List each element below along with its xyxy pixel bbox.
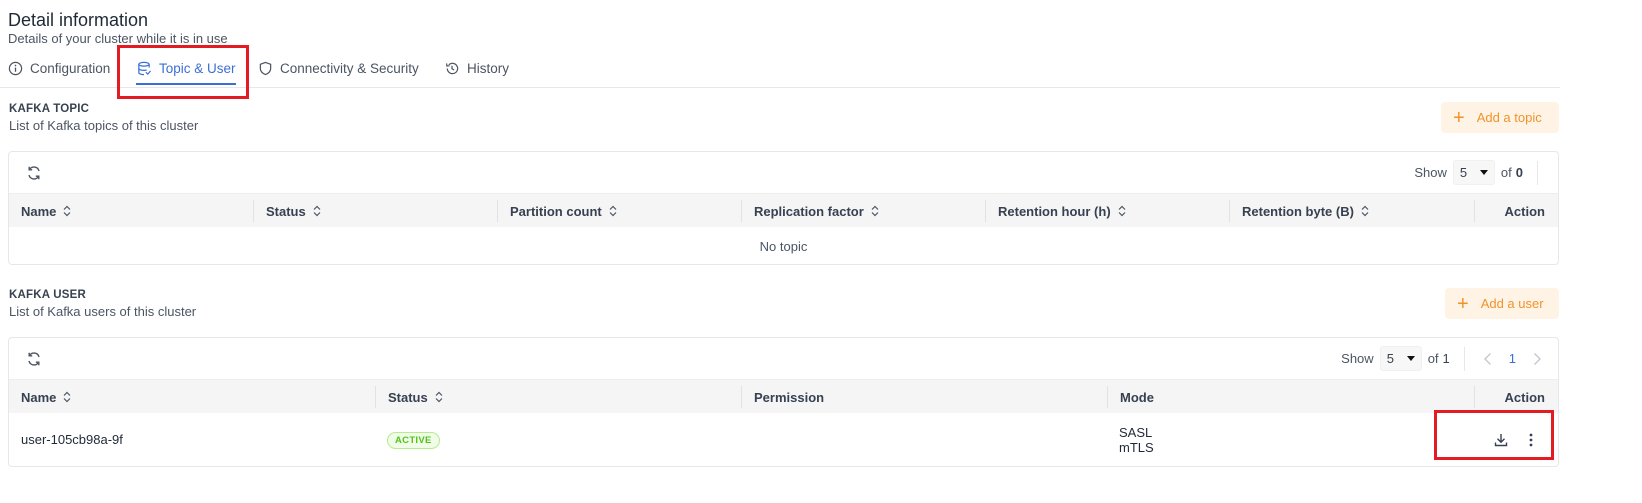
column-header-status[interactable]: Status (375, 386, 443, 408)
status-badge: ACTIVE (387, 432, 440, 449)
column-label: Replication factor (754, 203, 864, 219)
tab-label: Connectivity & Security (280, 61, 419, 76)
table-row: user-105cb98a-9f ACTIVE SASL mTLS (9, 413, 1558, 467)
current-page[interactable]: 1 (1509, 351, 1516, 366)
pagination: Show 5 of 0 (1414, 152, 1558, 193)
show-label: Show (1414, 165, 1447, 180)
column-label: Permission (754, 389, 825, 405)
column-header-permission: Permission (741, 386, 824, 408)
kafka-topic-title: KAFKA TOPIC (9, 103, 90, 115)
sort-icon[interactable] (435, 391, 443, 403)
caret-down-icon (1406, 356, 1415, 361)
column-header-mode: Mode (1107, 386, 1154, 408)
sort-icon[interactable] (1361, 205, 1369, 217)
column-header-name[interactable]: Name (9, 194, 71, 228)
tab-label: Configuration (30, 61, 111, 76)
column-label: Name (21, 203, 57, 219)
column-header-name[interactable]: Name (9, 380, 71, 414)
sort-icon[interactable] (1118, 205, 1126, 217)
show-label: Show (1341, 351, 1374, 366)
column-header-replication-factor[interactable]: Replication factor (741, 200, 879, 222)
page-size-value: 5 (1386, 351, 1394, 366)
tab-configuration[interactable]: Configuration (8, 56, 110, 88)
shield-icon (259, 61, 272, 76)
kafka-user-title: KAFKA USER (9, 289, 86, 301)
tab-bar: Configuration Topic & User Connectivity … (0, 56, 1560, 88)
column-header-status[interactable]: Status (253, 200, 321, 222)
tab-history[interactable]: History (444, 56, 509, 88)
tab-label: History (467, 61, 510, 76)
database-icon (138, 61, 152, 76)
column-header-retention-hour[interactable]: Retention hour (h) (985, 200, 1126, 222)
tab-topic-user[interactable]: Topic & User (136, 56, 236, 88)
mode-value-mtls: mTLS (1119, 440, 1154, 455)
refresh-icon[interactable] (26, 165, 42, 181)
page-title: Detail information (8, 10, 149, 30)
chevron-left-icon[interactable] (1483, 352, 1493, 366)
column-label: Retention hour (h) (998, 203, 1111, 219)
column-label: Action (1504, 389, 1545, 405)
column-label: Name (21, 389, 57, 405)
user-name: user-105cb98a-9f (21, 432, 123, 447)
sort-icon[interactable] (63, 205, 71, 217)
sort-icon[interactable] (609, 205, 617, 217)
table-toolbar: Show 5 of 0 (9, 152, 1558, 193)
sort-icon[interactable] (63, 391, 71, 403)
column-header-partition-count[interactable]: Partition count (497, 200, 617, 222)
refresh-icon[interactable] (26, 351, 42, 367)
chevron-right-icon[interactable] (1532, 352, 1542, 366)
page-size-select[interactable]: 5 (1379, 346, 1422, 371)
of-label: of (1427, 351, 1439, 366)
total-count: 0 (1515, 165, 1523, 180)
add-user-button[interactable]: + Add a user (1445, 288, 1559, 319)
mode-value-sasl: SASL (1119, 425, 1153, 440)
column-label: Action (1504, 203, 1545, 219)
column-header-retention-byte[interactable]: Retention byte (B) (1229, 200, 1369, 222)
tab-connectivity-security[interactable]: Connectivity & Security (258, 56, 419, 88)
tab-label: Topic & User (159, 61, 236, 76)
caret-down-icon (1479, 170, 1488, 175)
total-count: 1 (1442, 351, 1450, 366)
kafka-topic-table: Show 5 of 0 Name Status Partition count … (8, 151, 1559, 265)
divider (1537, 160, 1538, 185)
of-label: of (1500, 165, 1512, 180)
add-user-label: Add a user (1480, 296, 1544, 311)
download-icon[interactable] (1493, 432, 1509, 448)
history-icon (445, 62, 459, 75)
column-label: Status (388, 389, 428, 405)
add-topic-label: Add a topic (1476, 110, 1542, 125)
plus-icon: + (1453, 106, 1465, 129)
column-header-action: Action (1474, 386, 1559, 408)
more-vertical-icon[interactable] (1525, 432, 1537, 448)
kafka-topic-subtitle: List of Kafka topics of this cluster (9, 118, 199, 133)
divider (1463, 346, 1465, 371)
column-header-action: Action (1474, 200, 1559, 222)
kafka-user-table: Show 5 of 1 1 Name Status Permission Mod… (8, 337, 1559, 467)
column-label: Retention byte (B) (1242, 203, 1354, 219)
plus-icon: + (1457, 292, 1469, 315)
column-label: Partition count (510, 203, 602, 219)
sort-icon[interactable] (871, 205, 879, 217)
column-label: Mode (1120, 389, 1154, 405)
sort-icon[interactable] (313, 205, 321, 217)
column-label: Status (266, 203, 306, 219)
add-topic-button[interactable]: + Add a topic (1441, 102, 1559, 133)
table-header: Name Status Permission Mode Action (9, 379, 1558, 413)
kafka-user-subtitle: List of Kafka users of this cluster (9, 304, 197, 319)
page-subtitle: Details of your cluster while it is in u… (8, 31, 228, 46)
page-size-value: 5 (1459, 165, 1468, 180)
page-size-select[interactable]: 5 (1452, 160, 1495, 185)
table-header: Name Status Partition count Replication … (9, 193, 1558, 227)
empty-state: No topic (759, 238, 808, 254)
info-circle-icon (8, 61, 23, 76)
table-toolbar: Show 5 of 1 1 (9, 338, 1558, 379)
pagination: Show 5 of 1 1 (1341, 338, 1558, 379)
